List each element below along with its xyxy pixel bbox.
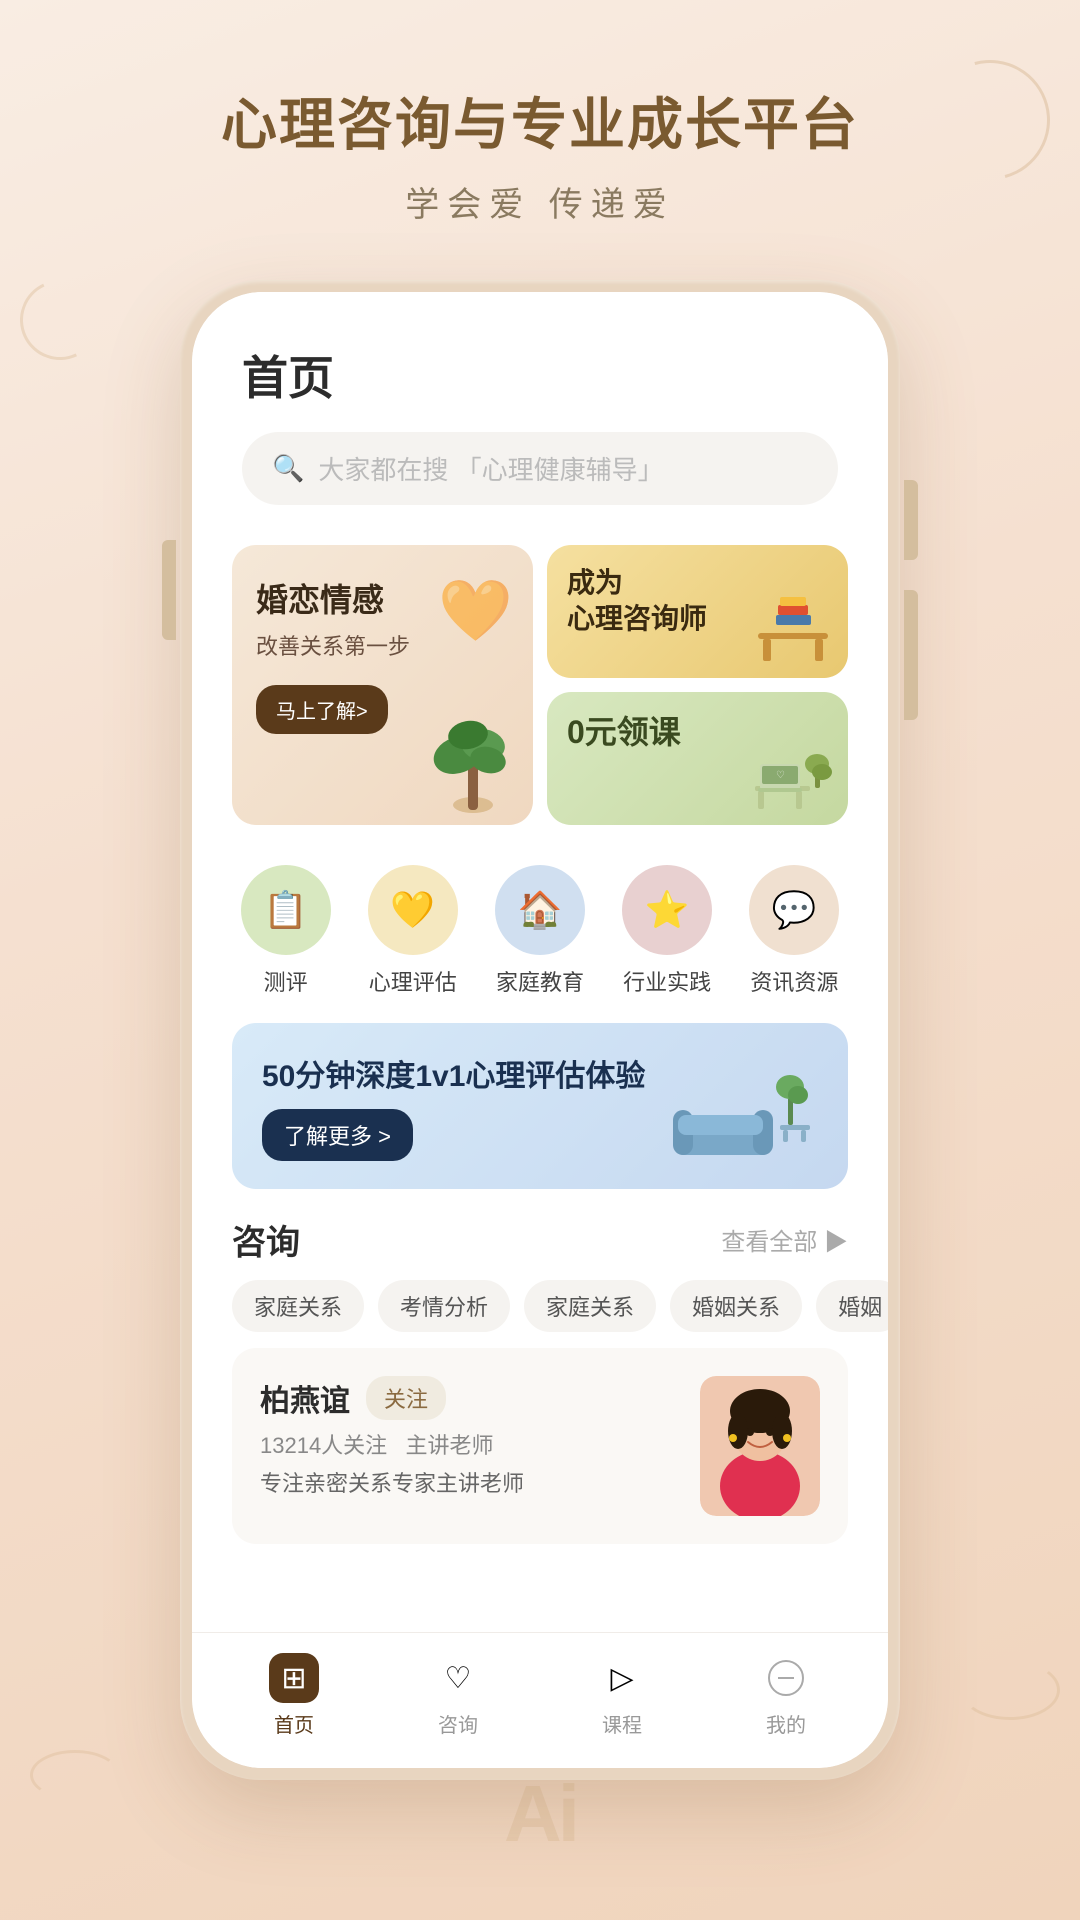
search-placeholder-text: 大家都在搜 「心理健康辅导」: [318, 450, 663, 487]
banner-grid: 🧡 婚恋情感 改善关系第一步 马上了解>: [192, 545, 888, 845]
bottom-spacer: [192, 1544, 888, 1564]
consultant-card[interactable]: 柏燕谊 关注 13214人关注 主讲老师 专注亲密关系专家主讲老师: [232, 1348, 848, 1544]
icon-item-pingce[interactable]: 📋 测评: [241, 865, 331, 997]
banner-left[interactable]: 🧡 婚恋情感 改善关系第一步 马上了解>: [232, 545, 533, 825]
nav-consult-icon: ♡: [433, 1653, 483, 1703]
icon-circle-pingce: 📋: [241, 865, 331, 955]
heart-deco: 🧡: [438, 575, 513, 646]
consultant-followers: 13214人关注 主讲老师: [260, 1428, 680, 1460]
promo-banner[interactable]: 50分钟深度1v1心理评估体验 了解更多 >: [232, 1023, 848, 1189]
consult-section-header: 咨询 查看全部 ▶: [192, 1205, 888, 1280]
promo-btn[interactable]: 了解更多 >: [262, 1109, 413, 1161]
page-title: 首页: [242, 342, 838, 408]
sofa-deco: [668, 1065, 828, 1179]
plant-deco: [423, 695, 523, 815]
nav-consult[interactable]: ♡ 咨询: [433, 1653, 483, 1738]
app-content: 首页 🔍 大家都在搜 「心理健康辅导」 🧡 婚恋情感 改善关系第一步 马上了解>: [192, 292, 888, 1768]
nav-course[interactable]: ▷ 课程: [597, 1653, 647, 1738]
tags-row[interactable]: 家庭关系 考情分析 家庭关系 婚姻关系 婚姻: [192, 1280, 888, 1348]
icon-circle-zixun: 💬: [749, 865, 839, 955]
consult-see-all[interactable]: 查看全部 ▶: [721, 1222, 848, 1257]
search-icon: 🔍: [272, 453, 304, 484]
deco-curve-bottom-left: [30, 1750, 120, 1800]
icon-item-xinli[interactable]: 💛 心理评估: [368, 865, 458, 997]
nav-mine-icon: [761, 1653, 811, 1703]
nav-home-label: 首页: [274, 1709, 314, 1738]
icon-item-jiating[interactable]: 🏠 家庭教育: [495, 865, 585, 997]
consultant-name: 柏燕谊: [260, 1376, 350, 1420]
header-area: 心理咨询与专业成长平台 学会爱 传递爱: [0, 0, 1080, 256]
deco-curve-bottom-right: [960, 1660, 1060, 1720]
follow-button[interactable]: 关注: [366, 1376, 446, 1420]
icon-grid: 📋 测评 💛 心理评估 🏠 家庭教育 ⭐ 行业实践: [192, 845, 888, 1007]
icon-item-hangye[interactable]: ⭐ 行业实践: [622, 865, 712, 997]
consultant-info: 柏燕谊 关注 13214人关注 主讲老师 专注亲密关系专家主讲老师: [260, 1376, 680, 1498]
consultant-avatar: [700, 1376, 820, 1516]
nav-consult-label: 咨询: [438, 1709, 478, 1738]
icon-label-hangye: 行业实践: [623, 965, 711, 997]
icon-label-xinli: 心理评估: [369, 965, 457, 997]
phone-btn-left: [162, 540, 176, 640]
books-table-deco: [748, 585, 838, 670]
svg-text:♡: ♡: [776, 770, 785, 781]
consultant-name-row: 柏燕谊 关注: [260, 1376, 680, 1420]
banner-bottom-right[interactable]: 0元领课: [547, 692, 848, 825]
tag-1[interactable]: 考情分析: [378, 1280, 510, 1332]
icon-label-jiating: 家庭教育: [496, 965, 584, 997]
consult-section-title: 咨询: [232, 1215, 300, 1264]
tag-2[interactable]: 家庭关系: [524, 1280, 656, 1332]
app-topbar: 首页 🔍 大家都在搜 「心理健康辅导」: [192, 292, 888, 535]
search-bar[interactable]: 🔍 大家都在搜 「心理健康辅导」: [242, 432, 838, 505]
phone-btn-right: [904, 480, 918, 560]
tag-0[interactable]: 家庭关系: [232, 1280, 364, 1332]
icon-label-zixun: 资讯资源: [750, 965, 838, 997]
consultant-desc: 专注亲密关系专家主讲老师: [260, 1466, 680, 1498]
banner-top-right[interactable]: 成为 心理咨询师: [547, 545, 848, 678]
nav-mine-label: 我的: [766, 1709, 806, 1738]
phone-mockup: 首页 🔍 大家都在搜 「心理健康辅导」 🧡 婚恋情感 改善关系第一步 马上了解>: [180, 280, 900, 1780]
laptop-deco: ♡: [750, 744, 840, 819]
icon-item-zixun[interactable]: 💬 资讯资源: [749, 865, 839, 997]
phone-inner: 首页 🔍 大家都在搜 「心理健康辅导」 🧡 婚恋情感 改善关系第一步 马上了解>: [192, 292, 888, 1768]
nav-mine[interactable]: 我的: [761, 1653, 811, 1738]
nav-course-label: 课程: [602, 1709, 642, 1738]
app-scroll[interactable]: 🧡 婚恋情感 改善关系第一步 马上了解>: [192, 535, 888, 1632]
app-title: 心理咨询与专业成长平台: [0, 80, 1080, 161]
tag-3[interactable]: 婚姻关系: [670, 1280, 802, 1332]
app-subtitle: 学会爱 传递爱: [0, 177, 1080, 226]
icon-circle-hangye: ⭐: [622, 865, 712, 955]
deco-curve-left: [9, 269, 112, 372]
phone-btn-right2: [904, 590, 918, 720]
icon-circle-jiating: 🏠: [495, 865, 585, 955]
tag-4[interactable]: 婚姻: [816, 1280, 888, 1332]
icon-label-pingce: 测评: [264, 965, 308, 997]
bottom-nav: ⊞ 首页 ♡ 咨询 ▷ 课程: [192, 1632, 888, 1768]
nav-home[interactable]: ⊞ 首页: [269, 1653, 319, 1738]
ai-badge: Ai: [504, 1768, 576, 1860]
icon-circle-xinli: 💛: [368, 865, 458, 955]
banner-left-btn[interactable]: 马上了解>: [256, 685, 388, 734]
nav-course-icon: ▷: [597, 1653, 647, 1703]
nav-home-icon: ⊞: [269, 1653, 319, 1703]
